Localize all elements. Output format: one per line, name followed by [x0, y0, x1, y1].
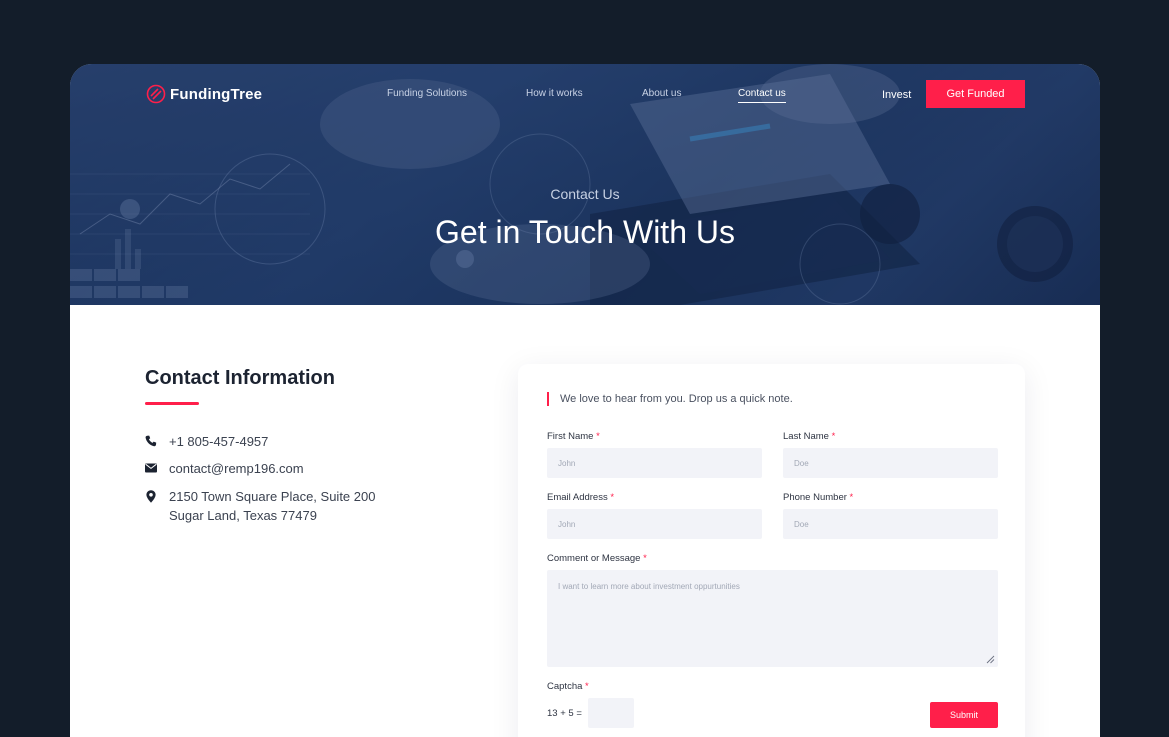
captcha-question: 13 + 5 =	[547, 708, 582, 719]
phone-input[interactable]: Doe	[783, 509, 998, 539]
form-intro-note: We love to hear from you. Drop us a quic…	[547, 392, 793, 406]
captcha-label: Captcha *	[547, 681, 589, 692]
title-underline	[145, 402, 199, 405]
last-name-input[interactable]: Doe	[783, 448, 998, 478]
get-funded-button[interactable]: Get Funded	[926, 80, 1025, 108]
phone-icon	[145, 434, 157, 448]
nav-link-funding-solutions[interactable]: Funding Solutions	[387, 88, 467, 99]
email-input[interactable]: John	[547, 509, 762, 539]
hero-subtitle: Contact Us	[550, 186, 620, 202]
first-name-label: First Name *	[547, 431, 600, 442]
last-name-label: Last Name *	[783, 431, 836, 442]
first-name-input[interactable]: John	[547, 448, 762, 478]
message-textarea[interactable]: I want to learn more about investment op…	[547, 570, 998, 667]
nav-link-about-us[interactable]: About us	[642, 88, 681, 99]
invest-link[interactable]: Invest	[882, 89, 911, 101]
contact-phone[interactable]: +1 805-457-4957	[169, 432, 268, 451]
resize-handle-icon[interactable]	[986, 655, 995, 664]
contact-info-title: Contact Information	[145, 367, 335, 389]
nav-link-contact-us[interactable]: Contact us	[738, 88, 786, 103]
top-navigation: FundingTree Funding Solutions How it wor…	[70, 64, 1100, 124]
captcha-input[interactable]	[588, 698, 634, 728]
contact-address-line-1: 2150 Town Square Place, Suite 200	[169, 489, 376, 504]
message-placeholder: I want to learn more about investment op…	[558, 582, 740, 591]
phone-label: Phone Number *	[783, 492, 854, 503]
contact-address-row: 2150 Town Square Place, Suite 200 Sugar …	[145, 487, 375, 525]
contact-email-row: contact@remp196.com	[145, 459, 304, 478]
logo-mark-icon	[146, 84, 166, 104]
contact-email[interactable]: contact@remp196.com	[169, 459, 304, 478]
contact-form-card: We love to hear from you. Drop us a quic…	[518, 364, 1025, 737]
brand-logo[interactable]: FundingTree	[146, 84, 262, 104]
location-pin-icon	[145, 489, 157, 503]
submit-button[interactable]: Submit	[930, 702, 998, 728]
contact-phone-row: +1 805-457-4957	[145, 432, 268, 451]
nav-link-how-it-works[interactable]: How it works	[526, 88, 583, 99]
message-label: Comment or Message *	[547, 553, 647, 564]
brand-name: FundingTree	[170, 85, 263, 103]
page-frame: FundingTree Funding Solutions How it wor…	[70, 64, 1100, 737]
email-label: Email Address *	[547, 492, 615, 503]
hero-banner: FundingTree Funding Solutions How it wor…	[70, 64, 1100, 305]
contact-address-line-2: Sugar Land, Texas 77479	[169, 508, 317, 523]
mail-icon	[145, 461, 157, 475]
hero-title: Get in Touch With Us	[435, 214, 735, 250]
